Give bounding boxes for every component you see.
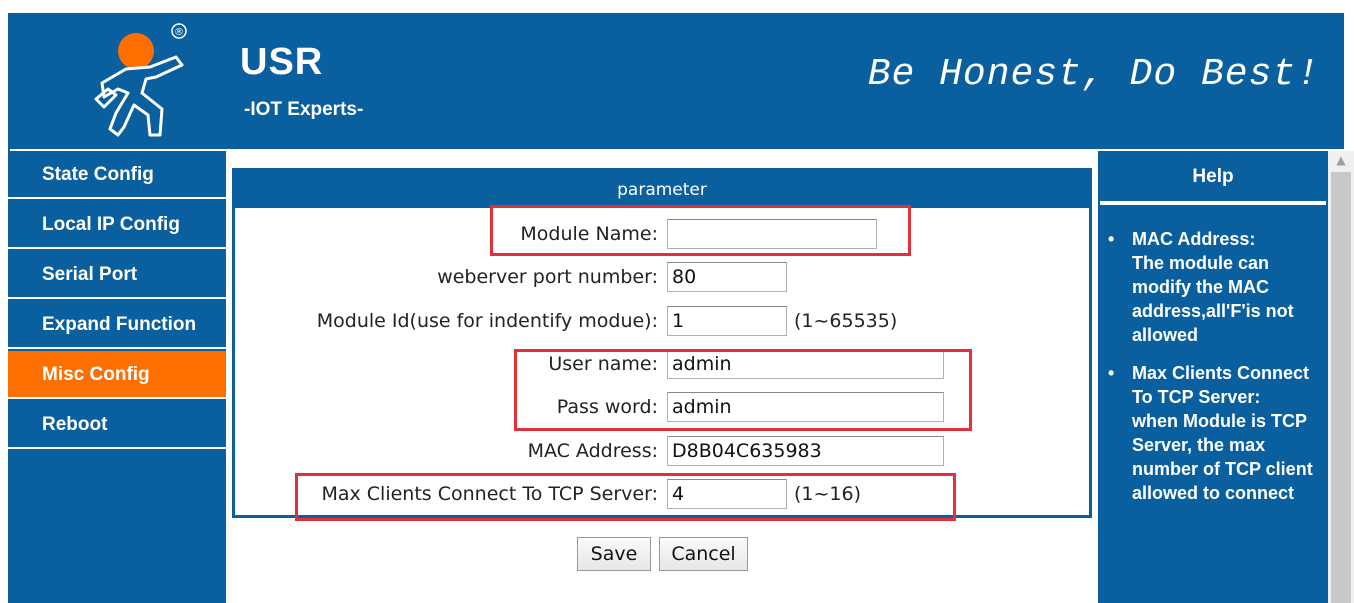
help-item-text: when Module is TCP Server, the max numbe… xyxy=(1132,411,1313,503)
slogan: Be Honest, Do Best! xyxy=(867,53,1320,96)
help-item-mac: MAC Address: The module can modify the M… xyxy=(1100,227,1326,347)
mac-address-label: MAC Address: xyxy=(527,440,658,462)
highlight-max-clients xyxy=(295,473,956,521)
module-id-label: Module Id(use for indentify modue): xyxy=(316,310,658,332)
sidebar-item-misc-config[interactable]: Misc Config xyxy=(8,351,226,399)
help-item-heading: Max Clients Connect To TCP Server: xyxy=(1132,363,1310,407)
usr-logo-icon: ® xyxy=(94,23,187,137)
help-title: Help xyxy=(1100,153,1326,205)
save-button[interactable]: Save xyxy=(577,537,651,571)
help-item-max-clients: Max Clients Connect To TCP Server: when … xyxy=(1100,361,1326,505)
sidebar: State Config Local IP Config Serial Port… xyxy=(8,151,226,603)
sidebar-item-reboot[interactable]: Reboot xyxy=(8,401,226,449)
brand-tagline: -IOT Experts- xyxy=(244,99,364,120)
sidebar-item-serial-port[interactable]: Serial Port xyxy=(8,251,226,299)
scrollbar-thumb[interactable] xyxy=(1331,172,1351,603)
sidebar-item-state-config[interactable]: State Config xyxy=(8,151,226,199)
help-item-text: The module can modify the MAC address,al… xyxy=(1132,253,1294,345)
sidebar-item-local-ip-config[interactable]: Local IP Config xyxy=(8,201,226,249)
header-banner: ® USR -IOT Experts- Be Honest, Do Best! xyxy=(8,13,1344,149)
brand-name: USR xyxy=(240,41,324,83)
highlight-credentials xyxy=(514,349,972,431)
sidebar-item-expand-function[interactable]: Expand Function xyxy=(8,301,226,349)
registered-mark: ® xyxy=(174,27,184,38)
module-id-range-hint: (1~65535) xyxy=(794,310,898,332)
help-item-heading: MAC Address: xyxy=(1132,229,1256,249)
web-port-input[interactable] xyxy=(667,262,787,292)
highlight-module-name xyxy=(490,205,911,256)
parameter-title: parameter xyxy=(232,168,1092,208)
cancel-button[interactable]: Cancel xyxy=(659,537,748,571)
mac-address-input[interactable] xyxy=(667,436,944,466)
module-id-input[interactable] xyxy=(667,306,787,336)
help-body: MAC Address: The module can modify the M… xyxy=(1100,205,1326,603)
web-port-label: weberver port number: xyxy=(437,266,658,288)
scroll-up-arrow-icon[interactable]: ▲ xyxy=(1330,153,1352,171)
